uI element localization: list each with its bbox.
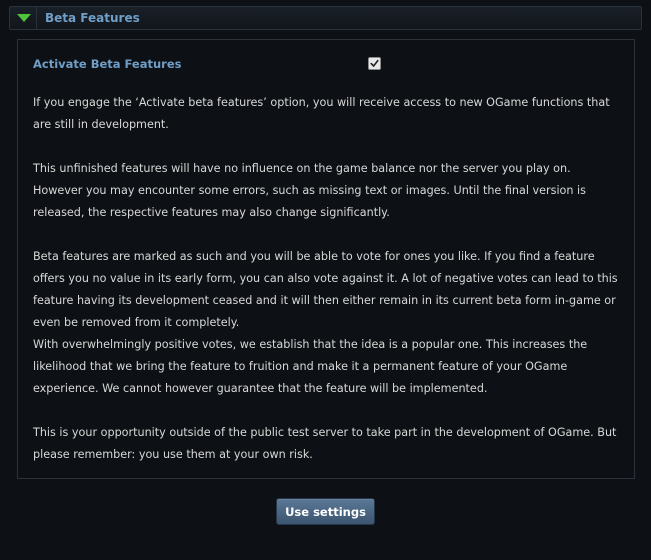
paragraph-voting: Beta features are marked as such and you…	[33, 250, 618, 329]
description-text: If you engage the ‘Activate beta feature…	[33, 92, 623, 466]
header-divider	[36, 7, 37, 29]
paragraph-unfinished: This unfinished features will have no in…	[33, 162, 586, 219]
activate-beta-checkbox[interactable]	[368, 57, 381, 70]
beta-features-panel: Activate Beta Features If you engage the…	[17, 39, 635, 479]
section-header[interactable]: Beta Features	[9, 6, 642, 30]
section-title: Beta Features	[45, 11, 140, 25]
use-settings-button[interactable]: Use settings	[276, 498, 375, 525]
expand-toggle-icon[interactable]	[17, 14, 31, 22]
activate-beta-label: Activate Beta Features	[33, 57, 182, 71]
checkmark-icon	[370, 59, 379, 67]
paragraph-positive-votes: With overwhelmingly positive votes, we e…	[33, 338, 588, 395]
paragraph-intro: If you engage the ‘Activate beta feature…	[33, 96, 610, 131]
paragraph-opportunity: This is your opportunity outside of the …	[33, 426, 617, 461]
activate-row: Activate Beta Features	[33, 57, 623, 73]
